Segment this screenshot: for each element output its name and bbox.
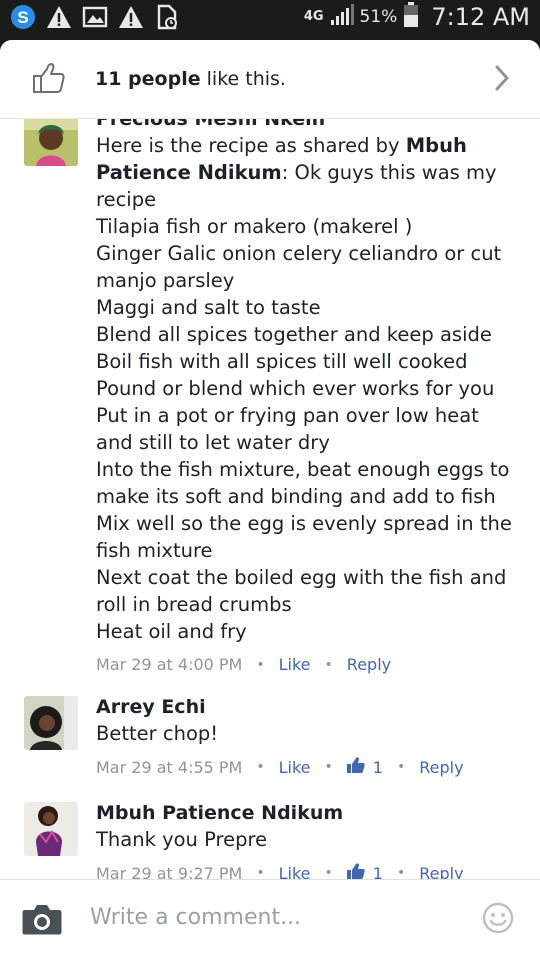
skype-icon: S [10,4,36,30]
likes-suffix: like this. [200,68,286,90]
notification-icons: S [10,4,180,30]
separator-dot: • [396,865,406,880]
recipe-line: Next coat the boiled egg with the fish a… [96,566,507,616]
comment-author[interactable]: Mbuh Patience Ndikum [96,800,516,826]
like-count[interactable]: 1 [346,757,383,777]
recipe-line: Mix well so the egg is evenly spread in … [96,512,512,562]
comment-timestamp: Mar 29 at 4:55 PM [96,757,243,777]
reply-button[interactable]: Reply [347,655,391,674]
likes-count: 11 people [95,68,201,90]
warning-icon [118,4,144,30]
comment-content: Mbuh Patience Ndikum Thank you Prepre Ma… [96,800,516,880]
comment-author[interactable]: Precious Meshi Nkein [96,118,516,132]
like-button[interactable]: Like [279,758,311,777]
storage-icon [154,4,180,30]
battery-percent: 51% [359,7,398,27]
thumbs-up-filled-icon [346,863,365,880]
comment-timestamp: Mar 29 at 4:00 PM [96,655,243,674]
avatar[interactable] [24,696,78,750]
network-type: 4G [303,9,324,24]
recipe-line: Put in a pot or frying pan over low heat… [96,404,479,454]
recipe-line: Tilapia fish or makero (makerel ) [96,215,413,238]
emoji-icon[interactable] [482,902,514,938]
comments-sheet: 11 people like this. Precious Meshi Nkei… [0,40,540,960]
separator-dot: • [324,865,333,880]
thumbs-up-filled-icon [346,757,365,777]
warning-icon [46,4,72,30]
like-count-number: 1 [372,863,383,881]
comment-composer: Write a comment... [0,879,540,960]
separator-dot: • [256,656,265,673]
like-count[interactable]: 1 [346,863,383,881]
likes-text: 11 people like this. [95,68,286,90]
comment-meta: Mar 29 at 9:27 PM • Like • 1 • Reply [96,863,516,880]
separator-dot: • [256,865,265,880]
comment-content: Precious Meshi Nkein Here is the recipe … [96,118,516,674]
avatar[interactable] [24,802,78,856]
avatar[interactable] [24,118,78,166]
like-count-number: 1 [372,757,383,777]
recipe-line: Maggi and salt to taste [96,296,321,319]
camera-icon[interactable] [22,902,62,940]
status-bar: S 4G 51% 7:12 AM [0,0,540,36]
separator-dot: • [396,759,406,775]
image-icon [82,4,108,30]
reply-button[interactable]: Reply [419,864,463,881]
recipe-line: Into the fish mixture, beat enough eggs … [96,458,510,508]
comment-list[interactable]: Precious Meshi Nkein Here is the recipe … [0,118,540,880]
separator-dot: • [324,656,333,673]
comment-content: Arrey Echi Better chop! Mar 29 at 4:55 P… [96,694,516,777]
svg-text:S: S [17,8,28,27]
recipe-line: Pound or blend which ever works for you [96,377,495,400]
clock: 7:12 AM [431,3,530,31]
chevron-right-icon[interactable] [494,64,510,96]
reply-button[interactable]: Reply [419,758,463,777]
battery-icon [403,2,419,32]
separator-dot: • [256,759,265,775]
comment-input[interactable]: Write a comment... [90,905,301,930]
comment-author[interactable]: Arrey Echi [96,694,516,720]
thumbs-up-icon [32,62,66,98]
like-button[interactable]: Like [279,864,311,881]
recipe-line: Ginger Galic onion celery celiandro or c… [96,242,502,292]
comment-timestamp: Mar 29 at 9:27 PM [96,863,243,881]
comment-meta: Mar 29 at 4:00 PM • Like • Reply [96,655,516,674]
recipe-line: Blend all spices together and keep aside [96,323,492,346]
comment-text: Here is the recipe as shared by [96,134,406,157]
comment-meta: Mar 29 at 4:55 PM • Like • 1 • Reply [96,757,516,777]
recipe-line: Boil fish with all spices till well cook… [96,350,468,373]
likes-summary[interactable]: 11 people like this. [0,40,540,119]
comment-body: Better chop! [96,722,219,745]
recipe-line: Heat oil and fry [96,620,247,643]
signal-icon [330,4,354,30]
separator-dot: • [324,759,333,775]
comment-body: Here is the recipe as shared by Mbuh Pat… [96,132,516,645]
comment-body: Thank you Prepre [96,828,268,851]
like-button[interactable]: Like [279,655,311,674]
